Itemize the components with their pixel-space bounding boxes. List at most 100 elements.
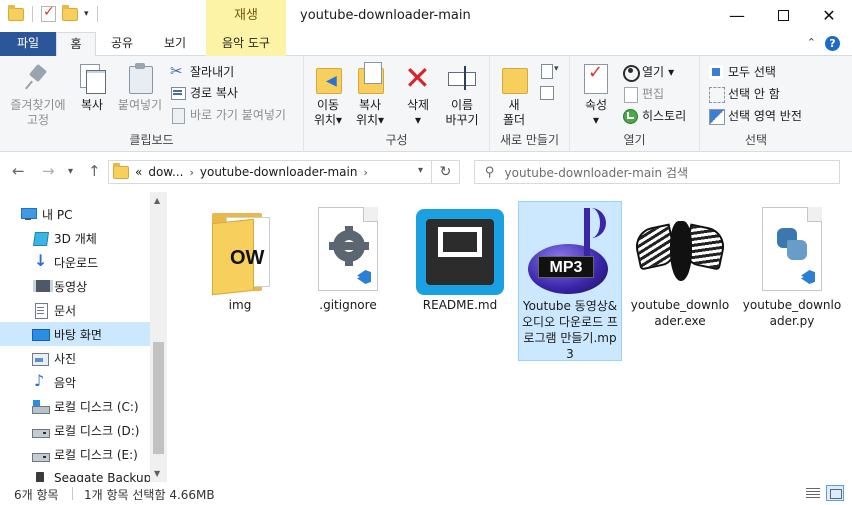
selection-info: 1개 항목 선택함 4.66MB xyxy=(84,488,215,502)
new-group-label: 새로 만들기 xyxy=(499,133,559,147)
nav-item-label: 음악 xyxy=(54,375,77,390)
tab-file[interactable]: 파일 xyxy=(0,32,56,56)
breadcrumb-current[interactable]: youtube-downloader-main xyxy=(200,165,358,179)
select-all-label: 모두 선택 xyxy=(728,65,776,79)
file-item-img[interactable]: OW img xyxy=(188,201,292,361)
folder-icon xyxy=(113,162,129,179)
properties-button[interactable]: 속성 ▾ xyxy=(576,62,616,128)
customize-toolbar-chevron-icon[interactable]: ▾ xyxy=(84,9,89,19)
paste-button[interactable]: 붙여넣기 xyxy=(114,62,166,113)
divider xyxy=(72,487,73,500)
nav-item-label: 로컬 디스크 (E:) xyxy=(54,447,138,462)
nav-item[interactable]: Seagate Backup P xyxy=(0,466,162,482)
move-to-button[interactable]: 이동 위치▾ xyxy=(308,62,348,128)
select-all-button[interactable]: 모두 선택 xyxy=(708,63,776,80)
help-icon[interactable]: ? xyxy=(825,36,840,51)
recent-locations-chevron-icon[interactable]: ▾ xyxy=(68,166,73,177)
scroll-down-arrow-icon[interactable]: ▼ xyxy=(154,469,160,478)
tab-music-tools[interactable]: 음악 도구 xyxy=(206,32,286,56)
breadcrumb-overflow[interactable]: « xyxy=(135,165,142,179)
tab-view[interactable]: 보기 xyxy=(152,32,198,56)
nav-item[interactable]: 로컬 디스크 (D:) xyxy=(0,418,150,442)
file-item-mp3[interactable]: MP3 Youtube 동영상&오디오 다운로드 프로그램 만들기.mp3 xyxy=(518,201,622,361)
move-to-icon xyxy=(312,62,344,94)
details-view-icon[interactable] xyxy=(804,485,822,501)
nav-item[interactable]: 바탕 화면 xyxy=(0,322,150,346)
search-placeholder: youtube-downloader-main 검색 xyxy=(504,165,689,180)
open-button[interactable]: 열기 ▾ xyxy=(622,63,675,82)
breadcrumb-separator-icon[interactable]: › xyxy=(189,166,193,179)
copy-button[interactable]: 복사 xyxy=(72,62,112,113)
file-item-readme[interactable]: README.md xyxy=(408,201,512,361)
properties-label: 속성 xyxy=(584,98,608,112)
tab-share[interactable]: 공유 xyxy=(100,32,144,56)
nav-item[interactable]: 음악 xyxy=(0,370,150,394)
pin-label-line2: 고정 xyxy=(26,113,50,127)
refresh-button[interactable]: ↻ xyxy=(432,160,460,184)
edit-button[interactable]: 편집 xyxy=(622,85,664,103)
nav-item[interactable]: 로컬 디스크 (E:) xyxy=(0,442,150,466)
maximize-button[interactable] xyxy=(760,0,806,30)
maximize-icon xyxy=(777,9,789,21)
paste-icon xyxy=(124,62,156,94)
forward-arrow-icon[interactable]: → xyxy=(42,162,55,180)
tab-home[interactable]: 홈 xyxy=(56,32,96,57)
close-button[interactable]: ✕ xyxy=(806,0,852,30)
breadcrumb-separator-icon[interactable]: › xyxy=(363,166,367,179)
chevron-down-icon: ▾ xyxy=(592,113,600,127)
properties-icon[interactable] xyxy=(41,4,56,22)
organize-group-label: 구성 xyxy=(385,133,408,147)
new-folder-icon[interactable] xyxy=(62,4,78,21)
properties-icon xyxy=(580,62,612,94)
file-item-gitignore[interactable]: .gitignore xyxy=(296,201,400,361)
address-row: ← → ▾ ↑ « dow... › youtube-downloader-ma… xyxy=(0,152,852,192)
external-drive-icon xyxy=(32,471,48,482)
search-box[interactable]: ⚲ youtube-downloader-main 검색 xyxy=(474,160,840,184)
address-bar[interactable]: « dow... › youtube-downloader-main › ▾ xyxy=(108,160,432,184)
scrollbar-thumb[interactable] xyxy=(153,342,164,454)
large-icons-view-icon[interactable] xyxy=(826,485,844,501)
delete-button[interactable]: 삭제 ▾ xyxy=(400,58,436,128)
copy-path-button[interactable]: 경로 복사 xyxy=(170,84,238,101)
scroll-up-arrow-icon[interactable]: ▲ xyxy=(154,196,160,205)
nav-item[interactable]: 동영상 xyxy=(0,274,150,298)
file-item-py[interactable]: youtube_downloader.py xyxy=(740,201,844,361)
nav-item[interactable]: 다운로드 xyxy=(0,250,150,274)
pin-to-quick-access-button[interactable]: 즐겨찾기에 고정 xyxy=(6,62,70,128)
minimize-button[interactable]: — xyxy=(714,0,760,30)
python-file-icon xyxy=(762,207,822,291)
rename-button[interactable]: 이름 바꾸기 xyxy=(440,62,484,128)
new-folder-button[interactable]: 새 폴더 xyxy=(496,62,532,128)
copy-to-button[interactable]: 복사 위치▾ xyxy=(350,62,390,128)
ribbon: 즐겨찾기에 고정 복사 붙여넣기 잘라내기 경로 복사 바로 가기 붙여넣기 클… xyxy=(0,56,852,152)
invert-selection-button[interactable]: 선택 영역 반전 xyxy=(708,107,802,125)
easy-access-icon xyxy=(538,84,554,100)
collapse-ribbon-icon[interactable]: ⌃ xyxy=(807,36,816,49)
nav-item[interactable]: 로컬 디스크 (C:) xyxy=(0,394,150,418)
move-to-label-line1: 이동 xyxy=(316,98,340,112)
address-dropdown-chevron-icon[interactable]: ▾ xyxy=(418,165,423,176)
paste-shortcut-button[interactable]: 바로 가기 붙여넣기 xyxy=(170,106,286,124)
clipboard-group-label: 클립보드 xyxy=(129,133,174,147)
pictures-icon xyxy=(32,351,49,366)
select-none-button[interactable]: 선택 안 함 xyxy=(708,85,780,103)
drive-icon xyxy=(32,447,50,462)
navigation-pane: 내 PC 3D 개체다운로드동영상문서바탕 화면사진음악로컬 디스크 (C:) 로컬… xyxy=(0,192,168,482)
new-item-button[interactable] xyxy=(538,63,559,79)
file-item-exe[interactable]: youtube_downloader.exe xyxy=(628,201,732,361)
nav-item[interactable]: 내 PC xyxy=(0,202,150,226)
breadcrumb-parent[interactable]: dow... xyxy=(148,165,183,179)
easy-access-button[interactable] xyxy=(538,84,554,100)
drive-icon xyxy=(32,423,50,438)
nav-item[interactable]: 사진 xyxy=(0,346,150,370)
nav-item[interactable]: 3D 개체 xyxy=(0,226,150,250)
up-arrow-icon[interactable]: ↑ xyxy=(88,162,101,180)
history-button[interactable]: 히스토리 xyxy=(622,107,686,124)
chevron-down-icon: ▾ xyxy=(668,64,675,79)
window-title: youtube-downloader-main xyxy=(300,8,471,23)
cut-button[interactable]: 잘라내기 xyxy=(170,62,234,80)
back-arrow-icon[interactable]: ← xyxy=(12,162,25,180)
nav-item[interactable]: 문서 xyxy=(0,298,150,322)
gear-file-icon xyxy=(318,207,378,291)
navigation-pane-scrollbar[interactable]: ▲ ▼ xyxy=(150,192,167,482)
